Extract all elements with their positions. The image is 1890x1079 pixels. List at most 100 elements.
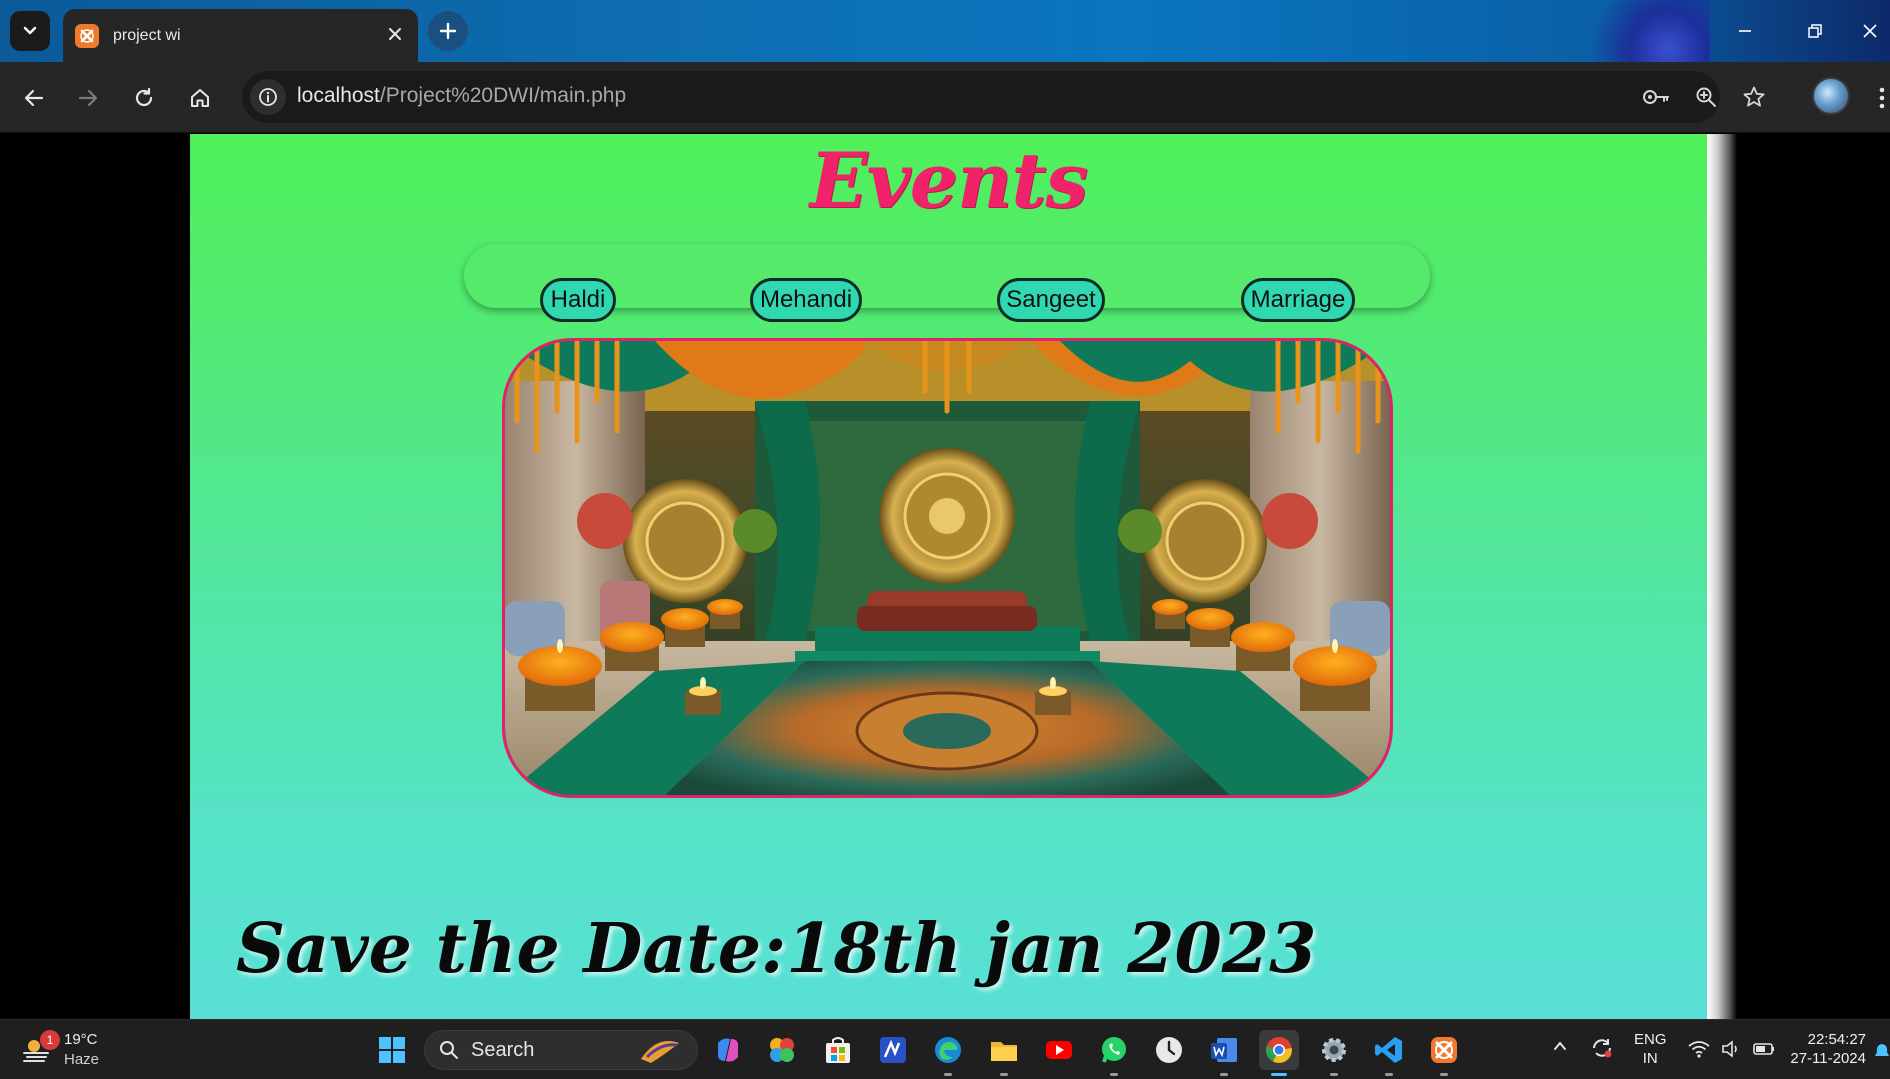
taskbar-search[interactable]: Search (424, 1030, 698, 1070)
clock-date[interactable]: 22:54:27 27-11-2024 (1780, 1030, 1866, 1068)
language-code: ENG (1634, 1031, 1667, 1048)
weather-description: Haze (64, 1051, 100, 1068)
reload-button[interactable] (124, 78, 164, 118)
nav-mehandi-link[interactable]: Mehandi (750, 278, 862, 322)
page-edge-shadow (1707, 134, 1737, 1019)
zoom-in-icon (1696, 87, 1716, 107)
new-tab-button[interactable] (428, 11, 468, 51)
weather-widget[interactable]: 1 19°C Haze (22, 1030, 132, 1072)
save-the-date-text: Save the Date:18th jan 2023 (236, 909, 1317, 989)
chevron-down-icon (23, 26, 37, 35)
nav-sangeet-link[interactable]: Sangeet (997, 278, 1105, 322)
tab-close-button[interactable] (384, 23, 406, 45)
taskbar-ai-app[interactable] (873, 1030, 913, 1070)
taskbar-store[interactable] (818, 1030, 858, 1070)
nav-marriage-link[interactable]: Marriage (1241, 278, 1355, 322)
volume-icon (1722, 1040, 1737, 1058)
weather-temperature: 19°C (64, 1031, 98, 1048)
taskbar-photos[interactable] (762, 1030, 802, 1070)
address-bar[interactable]: localhost/Project%20DWI/main.php (242, 71, 1765, 123)
gear-icon (1322, 1038, 1346, 1062)
browser-tab[interactable]: project wi (63, 9, 418, 62)
site-info-button[interactable] (250, 79, 286, 115)
restore-icon (1808, 24, 1822, 38)
close-icon (1863, 24, 1877, 38)
back-button[interactable] (14, 78, 54, 118)
taskbar-youtube[interactable] (1039, 1030, 1079, 1070)
tab-search-button[interactable] (10, 11, 50, 51)
event-decor-image (502, 338, 1393, 798)
url-text[interactable]: localhost/Project%20DWI/main.php (297, 84, 626, 108)
taskbar-word[interactable] (1204, 1030, 1244, 1076)
notification-bell-icon[interactable] (1874, 1042, 1890, 1060)
windows-logo-icon (379, 1037, 405, 1063)
taskbar-vscode[interactable] (1369, 1030, 1409, 1076)
browser-toolbar: localhost/Project%20DWI/main.php (0, 62, 1890, 133)
zoom-button[interactable] (1690, 81, 1722, 113)
taskbar-chrome[interactable] (1259, 1030, 1299, 1076)
browser-titlebar: project wi (0, 0, 1890, 62)
profile-avatar[interactable] (1812, 77, 1850, 115)
minimize-icon (1739, 30, 1751, 32)
close-icon (389, 28, 401, 40)
home-icon (191, 89, 209, 107)
search-icon (440, 1041, 458, 1059)
window-restore-button[interactable] (1780, 0, 1850, 62)
forward-button[interactable] (68, 78, 108, 118)
clock-date-text: 27-11-2024 (1790, 1050, 1866, 1067)
xampp-icon (1431, 1037, 1457, 1063)
browser-menu-button[interactable] (1874, 78, 1890, 118)
nav-haldi-link[interactable]: Haldi (540, 278, 616, 322)
chevron-up-icon[interactable] (1552, 1038, 1568, 1054)
windows-taskbar: 1 19°C Haze Search ENG IN 22:54:27 27-11… (0, 1019, 1890, 1079)
battery-icon (1753, 1043, 1775, 1055)
whatsapp-icon (1102, 1037, 1126, 1063)
taskbar-whatsapp[interactable] (1094, 1030, 1134, 1076)
search-highlight-icon (641, 1041, 679, 1063)
copilot-icon (717, 1038, 739, 1062)
window-close-button[interactable] (1850, 0, 1890, 62)
taskbar-copilot[interactable] (708, 1030, 748, 1070)
url-path: /Project%20DWI/main.php (379, 84, 627, 107)
language-region: IN (1642, 1050, 1658, 1067)
language-indicator[interactable]: ENG IN (1634, 1030, 1667, 1068)
bookmark-button[interactable] (1738, 81, 1770, 113)
photos-icon (770, 1038, 794, 1062)
more-vertical-icon (1879, 87, 1885, 109)
arrow-left-icon (24, 89, 44, 107)
password-manager-button[interactable] (1640, 81, 1672, 113)
weather-badge: 1 (40, 1030, 60, 1050)
tab-title: project wi (113, 26, 181, 44)
key-icon (1643, 90, 1669, 104)
taskbar-file-explorer[interactable] (984, 1030, 1024, 1076)
search-label: Search (471, 1039, 535, 1061)
wifi-icon (1688, 1041, 1710, 1058)
taskbar-xampp[interactable] (1424, 1030, 1464, 1076)
arrow-right-icon (78, 89, 98, 107)
plus-icon (439, 22, 457, 40)
page-title: Events (809, 136, 1089, 225)
sync-icon[interactable] (1590, 1036, 1614, 1060)
url-host: localhost (297, 84, 380, 107)
folder-icon (991, 1042, 1017, 1061)
taskbar-clock[interactable] (1149, 1030, 1189, 1070)
clock-time: 22:54:27 (1807, 1031, 1866, 1048)
taskbar-settings[interactable] (1314, 1030, 1354, 1076)
taskbar-edge[interactable] (928, 1030, 968, 1076)
page-viewport: Events Haldi Mehandi Sangeet Marriage Sa… (0, 134, 1890, 1019)
window-minimize-button[interactable] (1710, 0, 1780, 62)
store-icon (826, 1037, 850, 1063)
start-button[interactable] (372, 1030, 412, 1070)
system-tray-icons[interactable] (1688, 1040, 1776, 1062)
reload-icon (135, 87, 153, 107)
word-icon (1211, 1038, 1237, 1062)
xampp-favicon-icon (75, 23, 99, 48)
home-button[interactable] (180, 78, 220, 118)
edge-icon (935, 1037, 961, 1063)
info-icon (259, 88, 277, 106)
events-page: Events Haldi Mehandi Sangeet Marriage Sa… (190, 134, 1707, 1019)
vscode-icon (1375, 1037, 1402, 1063)
star-icon (1743, 86, 1765, 107)
youtube-icon (1046, 1041, 1072, 1059)
ai-app-icon (880, 1037, 906, 1063)
